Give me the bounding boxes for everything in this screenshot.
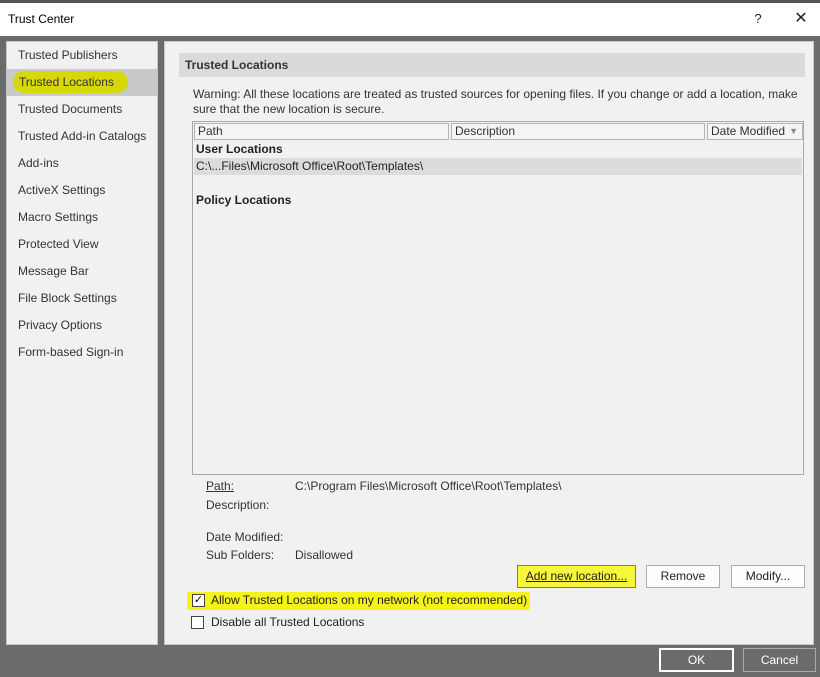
disable-all-label[interactable]: Disable all Trusted Locations [211,615,364,629]
sidebar-item-add-ins[interactable]: Add-ins [7,150,157,177]
detail-path-label: Path: [206,479,235,493]
disable-all-checkbox[interactable] [191,616,204,629]
column-header-date-modified[interactable]: Date Modified ▼ [707,123,803,140]
detail-sub-folders-value: Disallowed [295,548,354,562]
sidebar: Trusted Publishers Trusted Locations Tru… [6,41,158,645]
sidebar-item-file-block-settings[interactable]: File Block Settings [7,285,157,312]
sidebar-item-label: Form-based Sign-in [18,345,124,359]
sidebar-item-label: Trusted Locations [19,75,114,89]
column-header-label: Description [455,124,516,138]
allow-network-checkbox[interactable]: ✓ [192,594,205,607]
cancel-button[interactable]: Cancel [743,648,816,672]
help-button[interactable]: ? [746,7,770,31]
group-policy-locations: Policy Locations [196,193,292,207]
sidebar-item-label: Message Bar [18,264,89,278]
sort-arrow-icon: ▼ [789,126,798,136]
detail-description-label: Description: [206,498,270,512]
sidebar-item-protected-view[interactable]: Protected View [7,231,157,258]
sidebar-item-highlight: Trusted Locations [13,71,128,93]
sidebar-item-trusted-add-in-catalogs[interactable]: Trusted Add-in Catalogs [7,123,157,150]
title-bar: Trust Center ? ✕ [0,0,820,36]
sidebar-item-activex-settings[interactable]: ActiveX Settings [7,177,157,204]
detail-sub-folders-label: Sub Folders: [206,548,275,562]
modify-button[interactable]: Modify... [731,565,805,588]
button-label: Add new location... [525,569,628,583]
sidebar-item-trusted-locations[interactable]: Trusted Locations [7,69,157,96]
column-header-path[interactable]: Path [194,123,449,140]
add-new-location-button[interactable]: Add new location... [517,565,636,588]
sidebar-item-label: ActiveX Settings [18,183,106,197]
sidebar-item-label: Macro Settings [18,210,99,224]
sidebar-item-label: File Block Settings [18,291,117,305]
sidebar-item-label: Add-ins [18,156,59,170]
trusted-locations-list[interactable]: Path Description Date Modified ▼ User Loc… [192,121,804,475]
sidebar-item-macro-settings[interactable]: Macro Settings [7,204,157,231]
sidebar-item-privacy-options[interactable]: Privacy Options [7,312,157,339]
sidebar-item-label: Trusted Add-in Catalogs [18,129,147,143]
allow-network-checkbox-row[interactable]: ✓ Allow Trusted Locations on my network … [187,592,530,610]
window-title: Trust Center [8,12,75,26]
content-panel: Trusted Locations Warning: All these loc… [164,41,814,645]
column-header-label: Date Modified [711,124,786,138]
column-header-label: Path [198,124,223,138]
warning-text: Warning: All these locations are treated… [193,87,798,116]
table-row[interactable]: C:\...Files\Microsoft Office\Root\Templa… [194,158,802,175]
sidebar-item-trusted-documents[interactable]: Trusted Documents [7,96,157,123]
sidebar-item-label: Trusted Documents [18,102,123,116]
sidebar-item-form-based-sign-in[interactable]: Form-based Sign-in [7,339,157,366]
detail-date-modified-label: Date Modified: [206,530,284,544]
ok-button[interactable]: OK [659,648,734,672]
remove-button[interactable]: Remove [646,565,720,588]
section-title: Trusted Locations [179,53,805,77]
sidebar-item-label: Trusted Publishers [18,48,118,62]
sidebar-item-trusted-publishers[interactable]: Trusted Publishers [7,42,157,69]
detail-path-value: C:\Program Files\Microsoft Office\Root\T… [295,479,562,493]
sidebar-item-message-bar[interactable]: Message Bar [7,258,157,285]
allow-network-label[interactable]: Allow Trusted Locations on my network (n… [211,593,527,607]
sidebar-item-label: Protected View [18,237,99,251]
group-user-locations: User Locations [196,142,283,156]
column-header-description[interactable]: Description [451,123,705,140]
sidebar-item-label: Privacy Options [18,318,103,332]
close-button[interactable]: ✕ [789,7,813,31]
